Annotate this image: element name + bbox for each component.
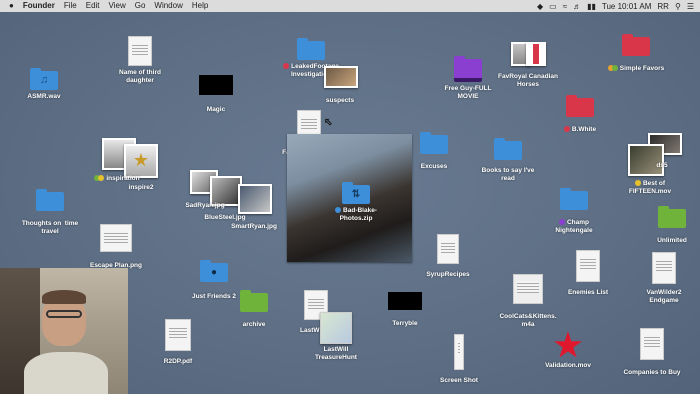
wifi-icon[interactable]: ≈ — [563, 2, 567, 11]
file-r2dp-pdf[interactable]: R2DP.pdf — [150, 319, 206, 366]
glasses-icon — [46, 310, 82, 318]
airplay-icon[interactable]: ▭ — [549, 2, 557, 11]
user-name[interactable]: RR — [657, 2, 669, 11]
black-thumbnail — [388, 292, 422, 310]
person-shirt — [24, 352, 108, 394]
folder-champ-nightengale[interactable]: Champ Nightengale — [546, 188, 602, 235]
folder-icon — [36, 189, 64, 211]
apple-menu-icon[interactable]: ● — [9, 0, 14, 12]
file-best-of-fifteen[interactable]: Best of FIFTEEN.mov — [620, 180, 680, 196]
folder-icon — [658, 206, 686, 228]
file-inspire2[interactable]: inspire2 — [126, 184, 156, 192]
yellow-tag-icon — [634, 180, 641, 187]
menu-file[interactable]: File — [64, 0, 77, 12]
menu-app-name[interactable]: Founder — [23, 0, 55, 12]
pdf-icon — [165, 319, 191, 351]
green-tag-icon — [611, 65, 618, 72]
document-icon — [652, 252, 676, 284]
folder-icon — [297, 38, 325, 60]
status-area: ◆ ▭ ≈ ♬ ▮▮ Tue 10:01 AM RR ⚲ ☰ — [537, 0, 694, 12]
desktop[interactable]: Name of third daughter ♫ ASMR.wav Magic … — [0, 12, 700, 394]
file-escape-plan[interactable]: Escape Plan.png — [84, 224, 148, 270]
file-screen-shot[interactable]: Screen Shot — [434, 334, 484, 385]
folder-archive[interactable]: archive — [234, 290, 274, 329]
star-icon: ★ — [553, 327, 583, 363]
oscar-thumbnail[interactable]: ★ — [124, 144, 158, 178]
purple-tag-icon — [558, 219, 565, 226]
folder-icon — [622, 34, 650, 56]
blueprint-thumbnail — [100, 224, 132, 252]
file-sad-ryan[interactable]: SadRyan.jpg — [180, 202, 230, 210]
file-terryble[interactable]: Terryble — [384, 292, 426, 328]
suspects-thumbnail[interactable] — [324, 66, 358, 88]
folder-icon — [566, 95, 594, 117]
folder-icon — [454, 56, 482, 82]
movie-thumbnail[interactable] — [628, 144, 664, 176]
yellow-tag-icon — [98, 175, 105, 182]
blue-tag-icon — [335, 207, 342, 214]
folder-bad-blake-photos[interactable]: ⇅ Bad-Blake- Photos.zip — [322, 182, 390, 223]
canada-flag-thumbnail[interactable] — [526, 42, 546, 66]
clock[interactable]: Tue 10:01 AM — [602, 2, 652, 11]
folder-icon — [494, 138, 522, 160]
folder-b-white[interactable]: B.White — [560, 95, 600, 134]
webcam-overlay — [0, 268, 128, 394]
folder-icon — [420, 132, 448, 154]
file-name-of-third-daughter[interactable]: Name of third daughter — [112, 36, 168, 85]
file-validation-mov[interactable]: ★ Validation.mov — [538, 328, 598, 370]
notification-center-icon[interactable]: ☰ — [687, 2, 694, 11]
file-enemies-list[interactable]: Enemies List — [560, 250, 616, 297]
dropbox-icon[interactable]: ◆ — [537, 2, 543, 11]
file-smart-ryan[interactable]: SmartRyan.jpg — [226, 223, 282, 231]
file-inspiration[interactable]: inspiration — [92, 175, 142, 183]
menu-view[interactable]: View — [109, 0, 126, 12]
folder-unlimited[interactable]: Unlimited — [650, 206, 694, 245]
menu-window[interactable]: Window — [154, 0, 182, 12]
smart-ryan-thumbnail[interactable] — [238, 184, 272, 214]
folder-icon — [240, 290, 268, 312]
file-vanwilder2[interactable]: VanWilder2 Endgame — [638, 252, 690, 305]
file-fav-royal-horses[interactable]: FavRoyal Canadian Horses — [490, 73, 566, 89]
red-tag-icon — [563, 126, 570, 133]
person-hair — [42, 290, 86, 304]
folder-excuses[interactable]: Excuses — [414, 132, 454, 171]
zip-folder-icon: ⇅ — [342, 182, 370, 204]
black-thumbnail — [199, 75, 233, 95]
file-lastwill-treasurehunt[interactable]: LastWill TreasureHunt — [306, 346, 366, 362]
trophy-icon: ★ — [132, 150, 150, 170]
document-icon — [640, 328, 664, 360]
file-syrup-recipes[interactable]: SyrupRecipes — [422, 234, 474, 279]
menu-go[interactable]: Go — [135, 0, 146, 12]
folder-asmr[interactable]: ♫ ASMR.wav — [24, 68, 64, 101]
volume-icon[interactable]: ♬ — [573, 2, 581, 11]
folder-icon: ● — [200, 260, 228, 282]
folder-thoughts-time-travel[interactable]: Thoughts on time travel — [18, 189, 82, 236]
map-thumbnail[interactable] — [320, 312, 352, 344]
document-icon — [128, 36, 152, 66]
menu-edit[interactable]: Edit — [86, 0, 100, 12]
spotlight-icon[interactable]: ⚲ — [675, 2, 681, 11]
document-icon — [437, 234, 459, 264]
folder-simple-favors[interactable]: Simple Favors — [606, 34, 666, 73]
folder-books[interactable]: Books to say I've read — [474, 138, 542, 183]
screenshot-thumbnail — [454, 334, 464, 370]
menu-help[interactable]: Help — [192, 0, 208, 12]
file-suspects[interactable]: suspects — [310, 97, 370, 105]
mouse-pointer-icon: ⬁ — [324, 117, 333, 128]
red-tag-icon — [283, 63, 290, 70]
file-ds5[interactable]: ds5 — [652, 162, 672, 170]
file-blue-steel[interactable]: BlueSteel.jpg — [200, 214, 250, 222]
file-coolcats-kittens[interactable]: CoolCats&Kittens. m4a — [490, 274, 566, 329]
file-companies-to-buy[interactable]: Companies to Buy — [616, 328, 688, 377]
document-icon — [576, 250, 600, 282]
audio-file-icon — [513, 274, 543, 304]
folder-icon — [560, 188, 588, 210]
music-folder-icon: ♫ — [30, 68, 58, 90]
file-magic[interactable]: Magic — [196, 75, 236, 114]
battery-icon[interactable]: ▮▮ — [587, 2, 596, 11]
